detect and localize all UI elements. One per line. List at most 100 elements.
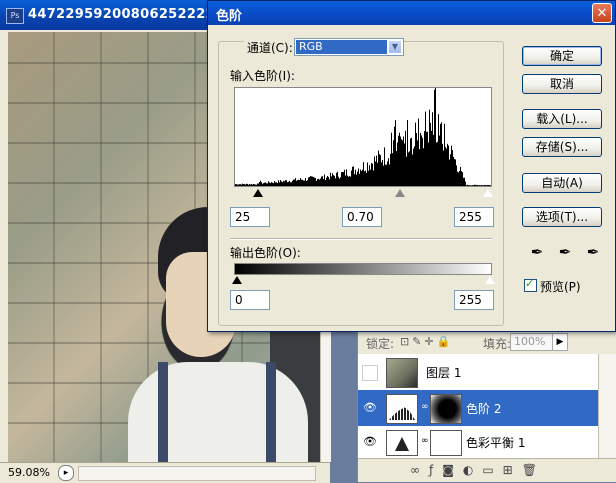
output-white-field[interactable]: 255 bbox=[454, 290, 494, 310]
ok-button[interactable]: 确定 bbox=[522, 46, 602, 66]
output-black-field[interactable]: 0 bbox=[230, 290, 270, 310]
input-slider-track[interactable] bbox=[234, 188, 494, 201]
lock-row: 锁定: ⊡✎✛🔒 填充: 100% ▶ bbox=[358, 330, 616, 355]
histogram-bar bbox=[368, 170, 369, 186]
layers-panel: 锁定: ⊡✎✛🔒 填充: 100% ▶ 图层 1 👁 ∞ 色阶 2 👁 ∞ 色彩… bbox=[357, 330, 616, 482]
input-white-slider[interactable] bbox=[482, 188, 494, 198]
input-gamma-field[interactable]: 0.70 bbox=[342, 207, 382, 227]
fill-arrow-icon[interactable]: ▶ bbox=[552, 333, 568, 351]
input-black-field[interactable]: 25 bbox=[230, 207, 270, 227]
histogram-bar bbox=[271, 182, 272, 186]
input-black-slider[interactable] bbox=[253, 189, 263, 197]
layers-scrollbar[interactable] bbox=[598, 354, 616, 458]
histogram-bar bbox=[471, 185, 472, 186]
histogram-bar bbox=[236, 184, 237, 186]
output-black-slider[interactable] bbox=[232, 276, 242, 284]
chain-link-icon[interactable]: ∞ bbox=[421, 402, 429, 412]
histogram-bar bbox=[489, 185, 490, 186]
options-button[interactable]: 选项(T)... bbox=[522, 207, 602, 227]
histogram-bar bbox=[351, 170, 352, 186]
layer-row[interactable]: 👁 ∞ 色阶 2 bbox=[358, 390, 598, 427]
histogram-bar bbox=[380, 155, 381, 186]
gray-eyedropper-icon[interactable]: ✒ bbox=[554, 241, 576, 263]
layer-row[interactable]: 👁 ∞ 色彩平衡 1 bbox=[358, 426, 598, 459]
document-horizontal-scrollbar[interactable] bbox=[78, 466, 316, 481]
eye-icon[interactable]: 👁 bbox=[362, 401, 378, 415]
zoom-level[interactable]: 59.08% bbox=[8, 466, 50, 479]
histogram-bar bbox=[235, 184, 236, 186]
histogram-bar bbox=[474, 184, 475, 186]
histogram-bar bbox=[320, 178, 321, 186]
fill-label: 填充: bbox=[483, 337, 512, 351]
cancel-button[interactable]: 取消 bbox=[522, 74, 602, 94]
layers-footer-icons[interactable]: ∞ƒ◙◐▭⊞🗑 bbox=[410, 463, 546, 477]
histogram-bar bbox=[466, 185, 467, 186]
histogram-bar bbox=[459, 170, 460, 186]
histogram-bar bbox=[403, 136, 404, 186]
histogram-bar bbox=[431, 130, 432, 186]
histogram-bar bbox=[290, 182, 291, 186]
auto-button[interactable]: 自动(A) bbox=[522, 173, 602, 193]
histogram-bar bbox=[238, 184, 239, 186]
histogram-bar bbox=[322, 176, 323, 186]
histogram-bar bbox=[367, 162, 368, 186]
histogram-bar bbox=[286, 180, 287, 186]
histogram-bar bbox=[298, 179, 299, 186]
channel-select[interactable]: RGB ▼ bbox=[294, 38, 404, 56]
histogram-bar bbox=[411, 137, 412, 186]
input-levels-label: 输入色阶(I): bbox=[230, 69, 295, 83]
histogram-bar bbox=[349, 176, 350, 186]
color-balance-adjustment-icon bbox=[386, 430, 418, 456]
output-white-slider[interactable] bbox=[484, 275, 496, 285]
input-white-field[interactable]: 255 bbox=[454, 207, 494, 227]
chevron-down-icon[interactable]: ▼ bbox=[388, 40, 402, 54]
histogram-bar bbox=[278, 180, 279, 186]
histogram-bar bbox=[260, 180, 261, 186]
layers-footer: ∞ƒ◙◐▭⊞🗑 bbox=[358, 458, 616, 483]
preview-checkbox[interactable] bbox=[524, 277, 537, 292]
histogram-bar bbox=[257, 183, 258, 186]
load-button[interactable]: 载入(L)... bbox=[522, 109, 602, 129]
histogram-bar bbox=[259, 181, 260, 186]
layer-mask-thumbnail[interactable] bbox=[430, 430, 462, 456]
histogram-bar bbox=[373, 170, 374, 186]
histogram-bar bbox=[424, 131, 425, 186]
output-slider-track[interactable] bbox=[232, 275, 496, 286]
preview-option[interactable]: 预览(P) bbox=[524, 277, 581, 295]
histogram-bar bbox=[371, 163, 372, 186]
histogram-bar bbox=[455, 159, 456, 186]
layer-name: 色阶 2 bbox=[466, 402, 502, 416]
fill-input[interactable]: 100% bbox=[510, 333, 553, 351]
histogram-bar bbox=[251, 183, 252, 186]
close-button[interactable]: ✕ bbox=[592, 3, 612, 23]
black-eyedropper-icon[interactable]: ✒ bbox=[526, 241, 548, 263]
histogram-bar bbox=[485, 185, 486, 186]
layer-mask-thumbnail[interactable] bbox=[430, 394, 462, 424]
lock-icons[interactable]: ⊡✎✛🔒 bbox=[400, 335, 453, 348]
histogram-bar bbox=[387, 161, 388, 186]
eye-icon[interactable]: 👁 bbox=[362, 435, 378, 449]
chain-link-icon[interactable]: ∞ bbox=[421, 436, 429, 446]
visibility-toggle[interactable] bbox=[362, 365, 378, 381]
histogram-bar bbox=[307, 180, 308, 186]
status-menu-icon[interactable]: ▸ bbox=[58, 465, 74, 481]
histogram-bar bbox=[325, 180, 326, 186]
histogram-bar bbox=[273, 183, 274, 186]
histogram-bar bbox=[344, 169, 345, 186]
histogram-bar bbox=[326, 177, 327, 186]
document-statusbar: 59.08% ▸ bbox=[0, 462, 330, 483]
histogram-bar bbox=[244, 184, 245, 186]
histogram-bar bbox=[279, 182, 280, 186]
layer-row[interactable]: 图层 1 bbox=[358, 354, 598, 391]
white-eyedropper-icon[interactable]: ✒ bbox=[582, 241, 604, 263]
dialog-titlebar[interactable]: 色阶 ✕ bbox=[208, 1, 615, 25]
input-gamma-slider[interactable] bbox=[395, 189, 405, 197]
histogram-bar bbox=[379, 154, 380, 186]
histogram-bar bbox=[487, 185, 488, 186]
histogram-bar bbox=[473, 185, 474, 186]
histogram-bar bbox=[301, 179, 302, 186]
save-button[interactable]: 存储(S)... bbox=[522, 137, 602, 157]
histogram-bar bbox=[470, 185, 471, 186]
histogram-bar bbox=[484, 185, 485, 186]
histogram-bar bbox=[456, 165, 457, 186]
